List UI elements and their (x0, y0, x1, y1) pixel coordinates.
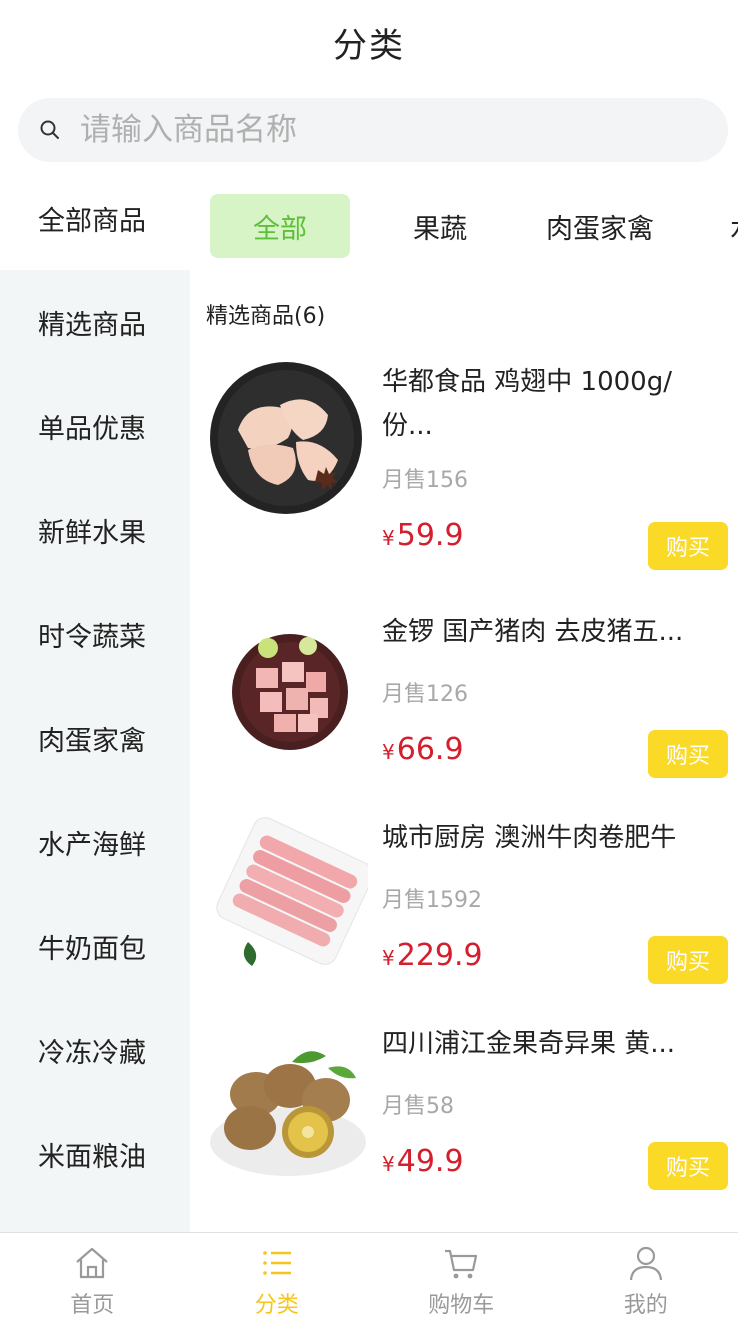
tab-label: 首页 (70, 1293, 115, 1318)
bottom-tab-bar: 首页 分类 购物车 我的 (0, 1232, 738, 1330)
sidebar-item-dairy-bread[interactable]: 牛奶面包 (0, 894, 190, 998)
tab-label: 果蔬 (413, 213, 467, 245)
product-price: ¥66.9 (382, 732, 464, 767)
list-icon (257, 1243, 297, 1283)
tab-seafood[interactable]: 水 (730, 194, 738, 258)
beef-rolls-image[interactable] (208, 816, 374, 976)
pork-belly-image[interactable] (208, 610, 368, 770)
currency-symbol: ¥ (382, 526, 395, 550)
product-item[interactable]: 四川浦江金果奇异果 黄... 月售58 ¥49.9 购买 (190, 1022, 738, 1228)
tab-category[interactable]: 分类 (185, 1233, 370, 1330)
tab-label: 全部 (253, 213, 307, 245)
page-header: 分类 (0, 0, 738, 84)
tab-label: 分类 (254, 1293, 299, 1318)
search-icon (38, 118, 62, 142)
tab-label: 水 (730, 207, 738, 246)
product-name[interactable]: 华都食品 鸡翅中 1000g/份... (382, 360, 712, 448)
sidebar-item-all[interactable]: 全部商品 (0, 166, 190, 270)
sidebar-item-frozen[interactable]: 冷冻冷藏 (0, 998, 190, 1102)
product-sales: 月售58 (382, 1094, 454, 1119)
product-name[interactable]: 四川浦江金果奇异果 黄... (382, 1022, 712, 1066)
product-name[interactable]: 城市厨房 澳洲牛肉卷肥牛 (382, 816, 712, 860)
price-value: 229.9 (396, 938, 483, 973)
sidebar-item-label: 精选商品 (38, 309, 146, 341)
sidebar-item-label: 水产海鲜 (38, 829, 146, 861)
search-input[interactable] (80, 112, 680, 148)
sidebar-item-seafood[interactable]: 水产海鲜 (0, 790, 190, 894)
buy-button[interactable]: 购买 (648, 936, 728, 984)
sidebar-item-label: 单品优惠 (38, 413, 146, 445)
price-value: 66.9 (396, 732, 464, 767)
product-sales: 月售156 (382, 468, 468, 493)
price-value: 59.9 (396, 518, 464, 553)
tab-cart[interactable]: 购物车 (369, 1233, 554, 1330)
cart-icon (441, 1243, 481, 1283)
category-sidebar: 全部商品 精选商品 单品优惠 新鲜水果 时令蔬菜 肉蛋家禽 水产海鲜 牛奶面包 … (0, 166, 190, 1232)
currency-symbol: ¥ (382, 946, 395, 970)
tab-fruit-veg[interactable]: 果蔬 (380, 194, 500, 258)
sidebar-item-label: 肉蛋家禽 (38, 725, 146, 757)
sidebar-item-label: 冷冻冷藏 (38, 1037, 146, 1069)
product-price: ¥49.9 (382, 1144, 464, 1179)
sidebar-item-discounts[interactable]: 单品优惠 (0, 374, 190, 478)
product-sales: 月售126 (382, 682, 468, 707)
currency-symbol: ¥ (382, 1152, 395, 1176)
tab-label: 购物车 (428, 1293, 495, 1318)
buy-button[interactable]: 购买 (648, 1142, 728, 1190)
sidebar-item-fruit[interactable]: 新鲜水果 (0, 478, 190, 582)
sidebar-item-meat-eggs[interactable]: 肉蛋家禽 (0, 686, 190, 790)
tab-home[interactable]: 首页 (0, 1233, 185, 1330)
price-value: 49.9 (396, 1144, 464, 1179)
sidebar-item-label: 时令蔬菜 (38, 621, 146, 653)
kiwi-image[interactable] (208, 1022, 368, 1182)
search-bar[interactable] (18, 98, 728, 162)
product-item[interactable]: 金锣 国产猪肉 去皮猪五... 月售126 ¥66.9 购买 (190, 610, 738, 816)
product-price: ¥59.9 (382, 518, 464, 553)
section-title: 精选商品(6) (206, 304, 326, 329)
home-icon (72, 1243, 112, 1283)
tab-meat-eggs[interactable]: 肉蛋家禽 (530, 194, 670, 258)
buy-button[interactable]: 购买 (648, 522, 728, 570)
tab-label: 我的 (623, 1293, 668, 1318)
sidebar-item-label: 牛奶面包 (38, 933, 146, 965)
page-title: 分类 (333, 25, 405, 66)
sidebar-item-label: 米面粮油 (38, 1141, 146, 1173)
product-list: 精选商品(6) 华都食品 鸡翅中 1000g/份... 月售156 ¥59.9 … (190, 270, 738, 1232)
product-item[interactable]: 华都食品 鸡翅中 1000g/份... 月售156 ¥59.9 购买 (190, 360, 738, 570)
chicken-wings-image[interactable] (208, 360, 368, 520)
sidebar-item-featured[interactable]: 精选商品 (0, 270, 190, 374)
product-price: ¥229.9 (382, 938, 483, 973)
subcategory-tabs: 全部 果蔬 肉蛋家禽 水 (190, 166, 738, 270)
product-item[interactable]: 城市厨房 澳洲牛肉卷肥牛 月售1592 ¥229.9 购买 (190, 816, 738, 1022)
sidebar-item-grains-oil[interactable]: 米面粮油 (0, 1102, 190, 1206)
sidebar-item-label: 全部商品 (38, 205, 146, 237)
currency-symbol: ¥ (382, 740, 395, 764)
buy-button[interactable]: 购买 (648, 730, 728, 778)
product-sales: 月售1592 (382, 888, 482, 913)
sidebar-item-vegetables[interactable]: 时令蔬菜 (0, 582, 190, 686)
sidebar-item-label: 新鲜水果 (38, 517, 146, 549)
product-name[interactable]: 金锣 国产猪肉 去皮猪五... (382, 610, 712, 654)
tab-all[interactable]: 全部 (210, 194, 350, 258)
tab-profile[interactable]: 我的 (554, 1233, 738, 1330)
tab-label: 肉蛋家禽 (546, 213, 654, 245)
user-icon (626, 1243, 666, 1283)
